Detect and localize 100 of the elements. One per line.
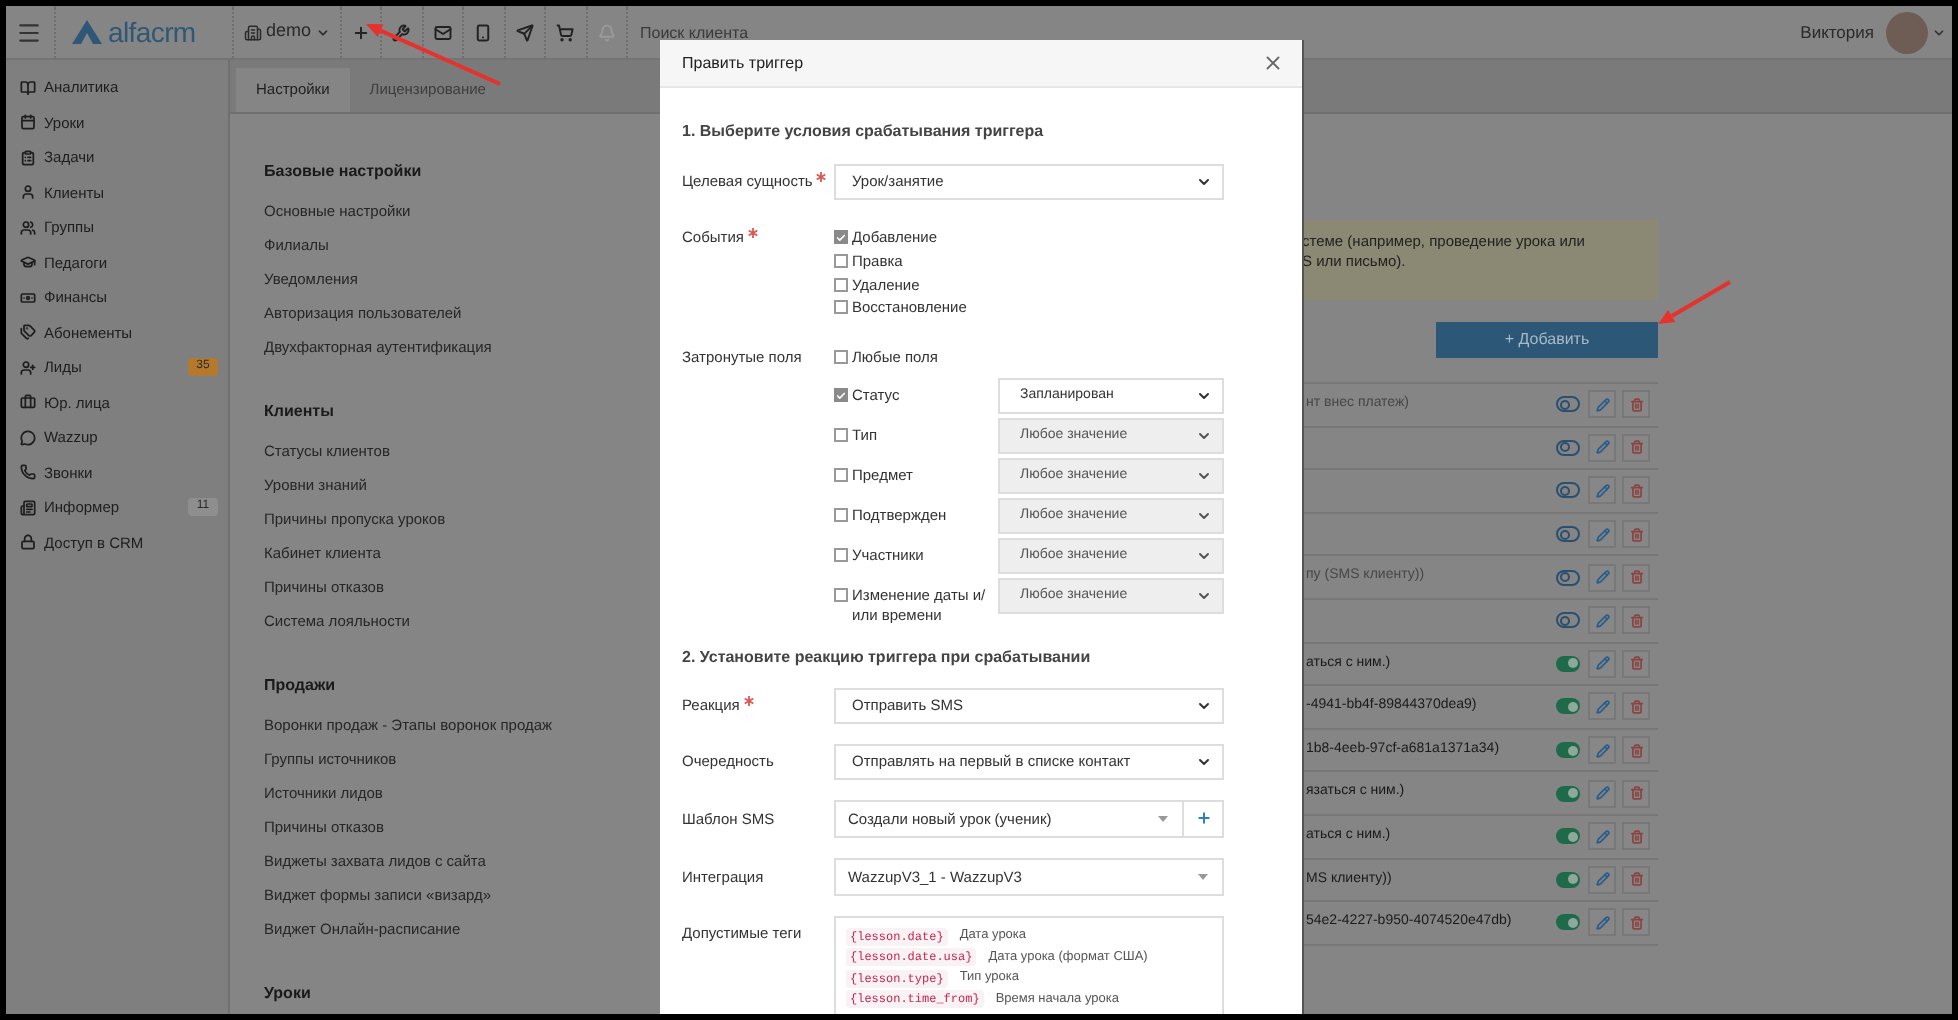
delete-button[interactable] — [1622, 476, 1650, 505]
section-title: 2. Установите реакцию триггера при срабатывании — [682, 647, 1093, 668]
toggle-switch[interactable] — [1556, 698, 1580, 715]
edit-button[interactable] — [1588, 433, 1616, 462]
delete-button[interactable] — [1622, 606, 1650, 635]
newspaper-icon — [20, 499, 36, 516]
edit-button[interactable] — [1588, 563, 1616, 592]
toggle-switch[interactable] — [1556, 742, 1580, 759]
lock-icon — [20, 534, 36, 551]
avatar[interactable] — [1886, 11, 1928, 53]
checkbox[interactable] — [834, 230, 848, 245]
trash-icon — [1629, 483, 1643, 498]
pencil-icon — [1595, 915, 1609, 930]
delete-button[interactable] — [1622, 390, 1650, 419]
checkbox[interactable] — [834, 388, 848, 403]
toggle-switch[interactable] — [1556, 439, 1580, 456]
toggle-switch[interactable] — [1556, 612, 1580, 629]
toggle-switch[interactable] — [1556, 785, 1580, 802]
section-heading: Продажи — [264, 674, 338, 698]
toggle-switch[interactable] — [1556, 828, 1580, 845]
edit-button[interactable] — [1588, 908, 1616, 937]
trash-icon — [1629, 570, 1643, 585]
toggle-switch[interactable] — [1556, 526, 1580, 543]
delete-button[interactable] — [1622, 692, 1650, 721]
delete-button[interactable] — [1622, 822, 1650, 851]
pencil-icon — [1595, 829, 1609, 844]
phone-icon — [20, 464, 36, 481]
trash-icon — [1629, 613, 1643, 628]
edit-button[interactable] — [1588, 736, 1616, 765]
user-name[interactable]: Виктория — [1800, 19, 1874, 45]
chevron-icon — [1196, 507, 1212, 524]
checkbox[interactable] — [834, 468, 848, 483]
logo-icon — [72, 20, 102, 44]
trash-icon — [1629, 656, 1643, 671]
delete-button[interactable] — [1622, 736, 1650, 765]
users-icon — [20, 219, 36, 236]
pencil-icon — [1595, 440, 1609, 455]
toggle-switch[interactable] — [1556, 871, 1580, 888]
section-title: 1. Выберите условия срабатывания триггера — [682, 122, 1046, 142]
chevron-icon — [1196, 753, 1212, 770]
checkbox[interactable] — [834, 349, 848, 364]
checkbox[interactable] — [834, 277, 848, 292]
pencil-icon — [1595, 786, 1609, 801]
banknote-icon — [20, 289, 36, 306]
trash-icon — [1629, 527, 1643, 542]
delete-button[interactable] — [1622, 520, 1650, 549]
menu-icon — [15, 19, 41, 45]
edit-button[interactable] — [1588, 520, 1616, 549]
toggle-switch[interactable] — [1556, 396, 1580, 413]
pencil-icon — [1595, 483, 1609, 498]
checkbox[interactable] — [834, 300, 848, 315]
phone-icon — [474, 23, 493, 41]
toggle-switch[interactable] — [1556, 655, 1580, 672]
trash-icon — [1629, 397, 1643, 412]
toggle-switch[interactable] — [1556, 482, 1580, 499]
edit-button[interactable] — [1588, 390, 1616, 419]
edit-button[interactable] — [1588, 649, 1616, 678]
pencil-icon — [1595, 743, 1609, 758]
close-icon[interactable] — [1262, 52, 1284, 74]
caret-icon[interactable] — [1932, 25, 1946, 39]
calendar-icon — [20, 114, 36, 131]
edit-button[interactable] — [1588, 822, 1616, 851]
section-heading: Клиенты — [264, 400, 336, 424]
toggle-switch[interactable] — [1556, 914, 1580, 931]
delete-button[interactable] — [1622, 563, 1650, 592]
annotation-arrow — [366, 24, 501, 86]
add-template-button[interactable] — [1184, 799, 1224, 838]
asterisk-icon — [743, 696, 754, 707]
pencil-icon — [1595, 527, 1609, 542]
checkbox[interactable] — [834, 508, 848, 523]
annotation-arrow — [1658, 280, 1731, 324]
delete-button[interactable] — [1622, 649, 1650, 678]
chevron-icon — [1196, 547, 1212, 564]
asterisk-icon — [747, 228, 758, 238]
briefcase-icon — [20, 394, 36, 411]
graduation-cap-icon — [20, 254, 36, 271]
delete-button[interactable] — [1622, 779, 1650, 808]
delete-button[interactable] — [1622, 433, 1650, 462]
delete-button[interactable] — [1622, 865, 1650, 894]
pencil-icon — [1595, 699, 1609, 714]
search-field[interactable]: Поиск клиента — [640, 14, 1041, 50]
edit-button[interactable] — [1588, 779, 1616, 808]
edit-button[interactable] — [1588, 476, 1616, 505]
add-button[interactable]: + Добавить — [1436, 322, 1658, 358]
edit-button[interactable] — [1588, 692, 1616, 721]
checkbox[interactable] — [834, 428, 848, 443]
edit-button[interactable] — [1588, 865, 1616, 894]
checkbox[interactable] — [834, 588, 848, 603]
pencil-icon — [1595, 872, 1609, 887]
delete-button[interactable] — [1622, 908, 1650, 937]
building-icon — [244, 23, 262, 41]
pencil-icon — [1595, 613, 1609, 628]
toggle-switch[interactable] — [1556, 569, 1580, 586]
checkbox[interactable] — [834, 548, 848, 563]
pencil-icon — [1595, 397, 1609, 412]
checkbox[interactable] — [834, 254, 848, 269]
chevron-icon — [1196, 387, 1212, 404]
project-dropdown[interactable]: demo — [234, 6, 340, 58]
trash-icon — [1629, 829, 1643, 844]
edit-button[interactable] — [1588, 606, 1616, 635]
